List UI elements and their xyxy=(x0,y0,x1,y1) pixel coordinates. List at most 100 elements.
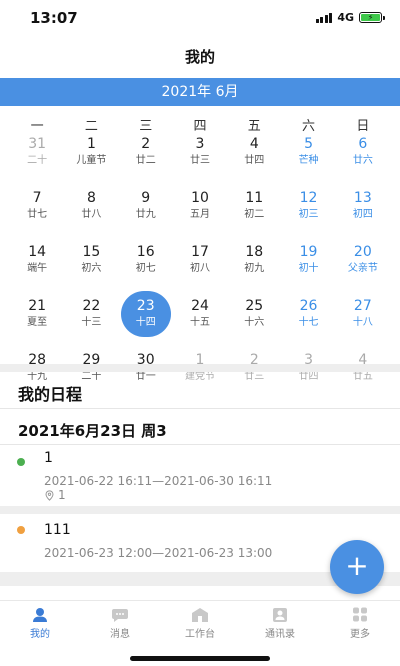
day-cell[interactable]: 1 建党节 xyxy=(173,351,227,405)
day-number: 27 xyxy=(353,298,372,314)
day-lunar-label: 十六 xyxy=(244,317,265,328)
day-lunar-label: 廿九 xyxy=(135,209,156,220)
weekday-label: 三 xyxy=(139,119,153,134)
event-title: 1 xyxy=(44,450,53,466)
day-cell[interactable]: 7 廿七 xyxy=(10,189,64,243)
day-lunar-label: 廿四 xyxy=(244,155,265,166)
day-number: 26 xyxy=(299,298,318,314)
tab-mine[interactable]: 我的 xyxy=(0,601,80,644)
day-cell[interactable]: 31 二十 xyxy=(10,135,64,189)
tab-contacts[interactable]: 通讯录 xyxy=(240,601,320,644)
event-title: 111 xyxy=(44,522,71,538)
weekday-label: 五 xyxy=(247,119,261,134)
event-time: 2021-06-22 16:11—2021-06-30 16:11 xyxy=(44,474,273,488)
day-number: 10 xyxy=(191,190,209,206)
day-cell[interactable]: 9 廿九 xyxy=(119,189,173,243)
day-number: 1 xyxy=(86,136,96,152)
day-lunar-label: 廿三 xyxy=(189,155,210,166)
day-lunar-label: 十八 xyxy=(352,317,373,328)
day-number: 4 xyxy=(249,136,259,152)
day-cell[interactable]: 13 初四 xyxy=(336,189,390,243)
day-cell[interactable]: 8 廿八 xyxy=(64,189,118,243)
day-lunar-label: 初六 xyxy=(81,263,102,274)
status-bar: 13:07 4G ⚡ xyxy=(0,0,400,36)
weekday-header: 一二三四五六日 xyxy=(10,115,390,134)
day-cell[interactable]: 1 儿童节 xyxy=(64,135,118,189)
day-cell[interactable]: 27 十八 xyxy=(336,297,390,351)
event-item[interactable]: 1 2021-06-22 16:11—2021-06-30 16:11 1 xyxy=(0,446,400,506)
tab-more[interactable]: 更多 xyxy=(320,601,400,644)
battery-icon: ⚡ xyxy=(359,12,385,23)
network-label: 4G xyxy=(337,11,354,24)
day-cell[interactable]: 5 芒种 xyxy=(281,135,335,189)
day-number: 25 xyxy=(245,298,264,314)
day-number: 13 xyxy=(353,190,372,206)
day-number: 3 xyxy=(195,136,205,152)
day-lunar-label: 初四 xyxy=(352,209,373,220)
day-lunar-label: 十四 xyxy=(135,317,156,328)
day-cell[interactable]: 4 廿五 xyxy=(336,351,390,405)
tab-label: 我的 xyxy=(30,629,50,640)
day-cell[interactable]: 17 初八 xyxy=(173,243,227,297)
day-cell[interactable]: 19 初十 xyxy=(281,243,335,297)
day-cell[interactable]: 2 廿二 xyxy=(119,135,173,189)
tab-workbench[interactable]: 工作台 xyxy=(160,601,240,644)
day-lunar-label: 初九 xyxy=(244,263,265,274)
day-number: 18 xyxy=(245,244,264,260)
day-number: 15 xyxy=(82,244,101,260)
day-lunar-label: 廿三 xyxy=(244,371,265,382)
day-cell[interactable]: 18 初九 xyxy=(227,243,281,297)
day-cell[interactable]: 30 廿一 xyxy=(119,351,173,405)
day-cell[interactable]: 22 十三 xyxy=(64,297,118,351)
day-cell[interactable]: 21 夏至 xyxy=(10,297,64,351)
day-cell[interactable]: 4 廿四 xyxy=(227,135,281,189)
day-cell[interactable]: 3 廿四 xyxy=(281,351,335,405)
contacts-icon xyxy=(273,608,287,622)
weekday-label: 一 xyxy=(30,119,44,134)
day-cell[interactable]: 26 十七 xyxy=(281,297,335,351)
day-number: 12 xyxy=(299,190,318,206)
message-icon xyxy=(112,609,128,622)
event-dot xyxy=(17,526,25,534)
weekday-label: 二 xyxy=(84,119,98,134)
tab-label: 更多 xyxy=(350,629,370,640)
month-banner[interactable]: 2021年 6月 xyxy=(0,78,400,106)
day-lunar-label: 建党节 xyxy=(184,371,215,382)
tab-label: 消息 xyxy=(110,629,130,640)
day-cell[interactable]: 2 廿三 xyxy=(227,351,281,405)
day-cell[interactable]: 3 廿三 xyxy=(173,135,227,189)
day-number: 20 xyxy=(353,244,372,260)
day-cell[interactable]: 15 初六 xyxy=(64,243,118,297)
day-lunar-label: 二十 xyxy=(27,155,48,166)
event-time: 2021-06-23 12:00—2021-06-23 13:00 xyxy=(44,546,273,560)
tab-messages[interactable]: 消息 xyxy=(80,601,160,644)
day-lunar-label: 初八 xyxy=(189,263,210,274)
add-schedule-button[interactable]: + xyxy=(330,540,384,594)
day-cell[interactable]: 11 初二 xyxy=(227,189,281,243)
day-cell[interactable]: 10 五月 xyxy=(173,189,227,243)
day-lunar-label: 初七 xyxy=(135,263,156,274)
divider xyxy=(0,408,400,409)
day-cell[interactable]: 14 端午 xyxy=(10,243,64,297)
event-location: 1 xyxy=(44,488,66,502)
day-cell[interactable]: 24 十五 xyxy=(173,297,227,351)
status-indicators: 4G ⚡ xyxy=(315,11,385,24)
day-cell[interactable]: 12 初三 xyxy=(281,189,335,243)
page-title: 我的 xyxy=(184,48,215,66)
location-icon xyxy=(45,489,54,501)
day-lunar-label: 廿四 xyxy=(298,371,319,382)
day-lunar-label: 儿童节 xyxy=(76,155,107,166)
day-lunar-label: 夏至 xyxy=(27,317,48,328)
day-cell-selected[interactable]: 23 十四 xyxy=(119,291,173,351)
day-cell[interactable]: 16 初七 xyxy=(119,243,173,297)
day-number: 8 xyxy=(86,190,96,206)
home-indicator xyxy=(130,656,270,661)
day-cell[interactable]: 6 廿六 xyxy=(336,135,390,189)
day-cell[interactable]: 20 父亲节 xyxy=(336,243,390,297)
day-number: 11 xyxy=(245,190,264,206)
status-time: 13:07 xyxy=(30,9,78,27)
weekday-label: 四 xyxy=(193,119,207,134)
day-number: 24 xyxy=(191,298,209,314)
day-cell[interactable]: 25 十六 xyxy=(227,297,281,351)
weekday-label: 日 xyxy=(356,119,370,134)
